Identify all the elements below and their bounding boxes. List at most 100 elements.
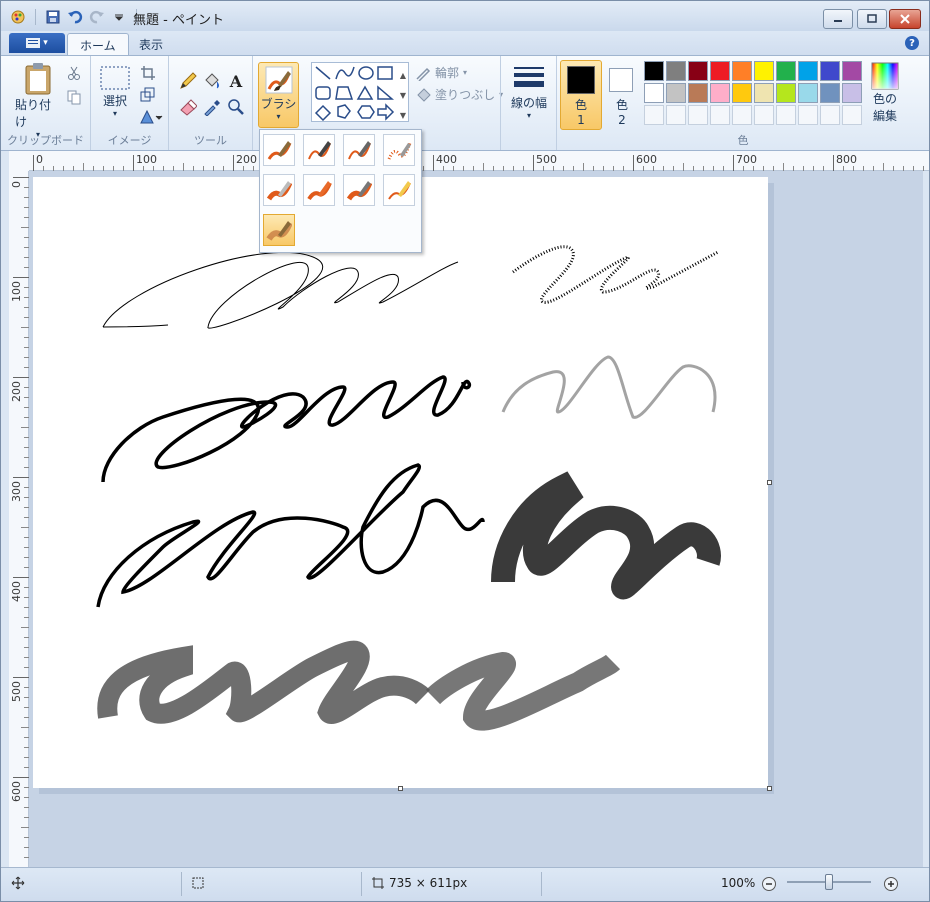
palette-empty-swatch[interactable] (798, 105, 818, 125)
magnifier-icon[interactable] (225, 96, 247, 118)
zoom-slider-thumb[interactable] (825, 874, 833, 890)
resize-handle-corner[interactable] (767, 786, 772, 791)
color2-label[interactable]: 色 2 (601, 98, 643, 128)
palette-color-swatch[interactable] (798, 83, 818, 103)
palette-color-swatch[interactable] (798, 61, 818, 81)
crop-icon[interactable] (137, 62, 159, 84)
palette-color-swatch[interactable] (644, 83, 664, 103)
brush-option-watercolor[interactable] (263, 214, 295, 246)
paint-app-icon[interactable] (9, 8, 27, 26)
palette-color-swatch[interactable] (776, 83, 796, 103)
shapes-expand-icon[interactable]: ▼ (397, 104, 409, 126)
undo-icon[interactable] (66, 8, 84, 26)
palette-empty-swatch[interactable] (666, 105, 686, 125)
brush-option-natural-pencil[interactable] (383, 174, 415, 206)
paste-button[interactable]: 貼り付け ▾ (15, 62, 61, 139)
pencil-icon[interactable] (177, 70, 199, 92)
redo-icon[interactable] (88, 8, 106, 26)
fill-icon[interactable] (201, 70, 223, 92)
palette-color-swatch[interactable] (776, 61, 796, 81)
tools-group-label: ツール (194, 134, 227, 147)
customize-qat-icon[interactable] (110, 8, 128, 26)
ruler-label: 100 (10, 281, 23, 302)
ruler-tick (433, 155, 434, 171)
outline-button[interactable]: 輪郭 ▾ (415, 64, 467, 81)
zoom-out-icon[interactable] (761, 876, 777, 895)
tab-home[interactable]: ホーム (67, 33, 129, 55)
brush-option-marker[interactable] (343, 174, 375, 206)
fill-shape-button[interactable]: 塗りつぶし ▾ (415, 86, 503, 103)
palette-color-swatch[interactable] (666, 83, 686, 103)
help-icon[interactable]: ? (905, 36, 919, 50)
resize-handle-bottom[interactable] (398, 786, 403, 791)
size-label: 線の幅 (510, 96, 547, 110)
eraser-icon[interactable] (177, 96, 199, 118)
brushes-button[interactable]: ブラシ ▾ (258, 62, 299, 128)
text-tool-glyph: A (229, 71, 243, 91)
palette-color-swatch[interactable] (820, 61, 840, 81)
color2-swatch[interactable] (609, 68, 633, 92)
zoom-in-icon[interactable] (883, 876, 899, 895)
palette-color-swatch[interactable] (688, 83, 708, 103)
cut-icon[interactable] (63, 62, 85, 84)
resize-handle-right[interactable] (767, 480, 772, 485)
rotate-icon[interactable] (137, 106, 165, 128)
color1-swatch (567, 66, 595, 94)
palette-color-swatch[interactable] (842, 61, 862, 81)
size-button[interactable]: 線の幅 ▾ (507, 64, 551, 120)
ruler-tick (13, 477, 29, 478)
resize-icon[interactable] (137, 84, 159, 106)
application-menu-button[interactable]: ▾ (9, 33, 65, 53)
copy-icon[interactable] (63, 86, 85, 108)
select-button[interactable]: 選択 ▾ (99, 66, 131, 118)
shapes-gallery[interactable] (311, 62, 409, 122)
brush-option-brush[interactable] (263, 134, 295, 166)
ruler-label: 200 (10, 381, 23, 402)
brush-option-calligraphy-2[interactable] (343, 134, 375, 166)
fill-shape-icon (417, 87, 431, 102)
ruler-tick (13, 177, 29, 178)
palette-empty-swatch[interactable] (732, 105, 752, 125)
outline-icon (416, 67, 431, 81)
palette-empty-swatch[interactable] (754, 105, 774, 125)
minimize-button[interactable] (823, 9, 853, 29)
save-icon[interactable] (44, 8, 62, 26)
palette-color-swatch[interactable] (666, 61, 686, 81)
edit-colors-button[interactable]: 色の 編集 (867, 62, 903, 124)
palette-color-swatch[interactable] (842, 83, 862, 103)
drawing-strokes (96, 245, 721, 731)
palette-color-swatch[interactable] (688, 61, 708, 81)
palette-empty-swatch[interactable] (644, 105, 664, 125)
text-icon[interactable]: A (225, 70, 247, 92)
tab-view[interactable]: 表示 (127, 33, 175, 55)
ruler-tick (833, 155, 834, 171)
drawing-canvas[interactable] (33, 177, 772, 791)
palette-color-swatch[interactable] (644, 61, 664, 81)
image-size-icon (371, 876, 385, 893)
brush-option-crayon[interactable] (303, 174, 335, 206)
shapes-scroll-down-icon[interactable]: ▼ (397, 84, 409, 106)
paste-label: 貼り付け (15, 98, 52, 129)
palette-color-swatch[interactable] (754, 61, 774, 81)
minimize-icon (834, 20, 842, 22)
palette-empty-swatch[interactable] (776, 105, 796, 125)
palette-empty-swatch[interactable] (710, 105, 730, 125)
palette-color-swatch[interactable] (732, 83, 752, 103)
ruler-tick (633, 155, 634, 171)
brush-option-airbrush[interactable] (383, 134, 415, 166)
palette-color-swatch[interactable] (820, 83, 840, 103)
palette-empty-swatch[interactable] (688, 105, 708, 125)
brush-option-calligraphy-1[interactable] (303, 134, 335, 166)
shapes-scroll-up-icon[interactable]: ▲ (397, 64, 409, 86)
palette-empty-swatch[interactable] (842, 105, 862, 125)
palette-color-swatch[interactable] (732, 61, 752, 81)
brush-option-oil[interactable] (263, 174, 295, 206)
ruler-label: 600 (636, 153, 657, 166)
maximize-button[interactable] (857, 9, 887, 29)
close-button[interactable] (889, 9, 921, 29)
palette-color-swatch[interactable] (710, 83, 730, 103)
palette-color-swatch[interactable] (754, 83, 774, 103)
palette-empty-swatch[interactable] (820, 105, 840, 125)
palette-color-swatch[interactable] (710, 61, 730, 81)
color-picker-icon[interactable] (201, 96, 223, 118)
